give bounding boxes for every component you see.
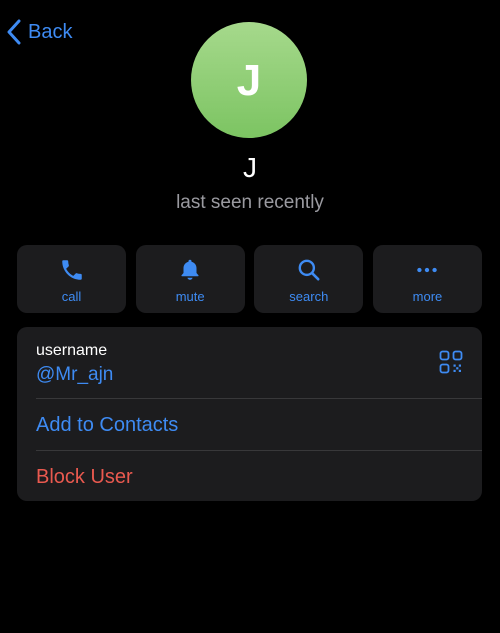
last-seen-status: last seen recently bbox=[176, 192, 324, 213]
more-label: more bbox=[412, 289, 443, 304]
ellipsis-icon bbox=[414, 257, 440, 283]
mute-label: mute bbox=[175, 289, 205, 304]
add-to-contacts-label: Add to Contacts bbox=[36, 414, 179, 436]
username-value[interactable]: @Mr_ajn bbox=[36, 363, 113, 387]
call-button[interactable]: call bbox=[17, 245, 126, 313]
back-label: Back bbox=[28, 21, 73, 43]
block-user-button[interactable]: Block User bbox=[17, 451, 482, 501]
contact-name: J bbox=[243, 152, 257, 183]
avatar-initial: J bbox=[236, 56, 262, 105]
contact-info-card: username @Mr_ajn Add to Contacts Block U… bbox=[17, 327, 482, 501]
search-icon bbox=[296, 257, 322, 283]
bell-icon bbox=[177, 257, 203, 283]
back-button[interactable]: Back bbox=[6, 18, 72, 46]
call-label: call bbox=[61, 289, 82, 304]
avatar[interactable]: J bbox=[191, 22, 307, 138]
username-label: username bbox=[36, 342, 108, 359]
add-to-contacts-button[interactable]: Add to Contacts bbox=[17, 399, 482, 450]
search-button[interactable]: search bbox=[254, 245, 364, 313]
block-user-label: Block User bbox=[36, 466, 133, 488]
mute-button[interactable]: mute bbox=[135, 245, 245, 313]
search-label: search bbox=[289, 289, 329, 304]
username-row: username @Mr_ajn bbox=[17, 327, 482, 398]
action-buttons: call mute search more bbox=[17, 245, 482, 313]
more-button[interactable]: more bbox=[372, 245, 482, 313]
phone-icon bbox=[59, 257, 85, 283]
chevron-left-icon bbox=[7, 19, 21, 45]
qr-code-icon[interactable] bbox=[439, 350, 463, 374]
